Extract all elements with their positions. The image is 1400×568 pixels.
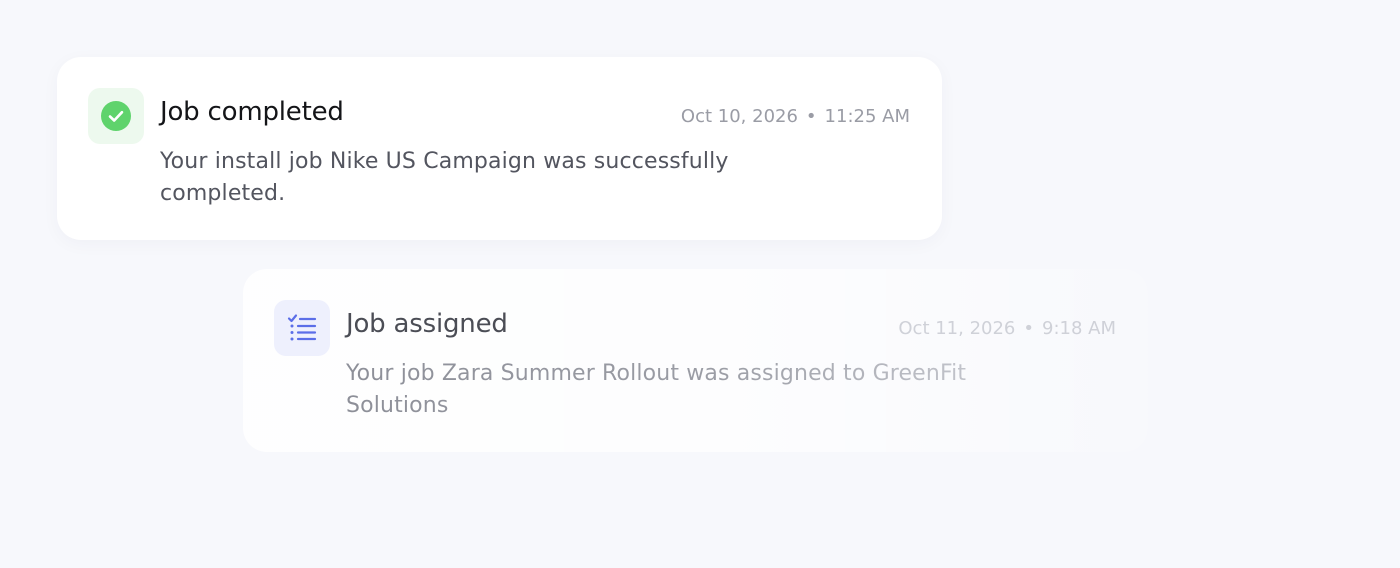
notification-job-assigned[interactable]: Job assigned Oct 11, 2026 • 9:18 AM Your j… [243,269,1148,452]
notification-date: Oct 11, 2026 [898,318,1016,339]
notification-job-completed[interactable]: Job completed Oct 10, 2026 • 11:25 AM Your… [57,57,942,240]
timestamp-separator: • [805,106,817,127]
notification-timestamp: Oct 10, 2026 • 11:25 AM [681,106,910,127]
notification-time: 9:18 AM [1042,318,1116,339]
notification-timestamp: Oct 11, 2026 • 9:18 AM [898,318,1116,339]
timestamp-separator: • [1023,318,1034,339]
notification-time: 11:25 AM [824,106,910,127]
notification-title: Job assigned [346,309,508,339]
notification-date: Oct 10, 2026 [680,106,798,127]
notification-message: Your install job Nike US Campaign was su… [160,149,729,206]
status-icon-container [274,300,330,356]
status-icon-container [88,88,144,144]
checklist-icon [287,314,317,341]
check-circle-icon [101,101,131,131]
notification-message: Your job Zara Summer Rollout was assigne… [346,358,1016,422]
notification-title: Job completed [160,97,344,127]
